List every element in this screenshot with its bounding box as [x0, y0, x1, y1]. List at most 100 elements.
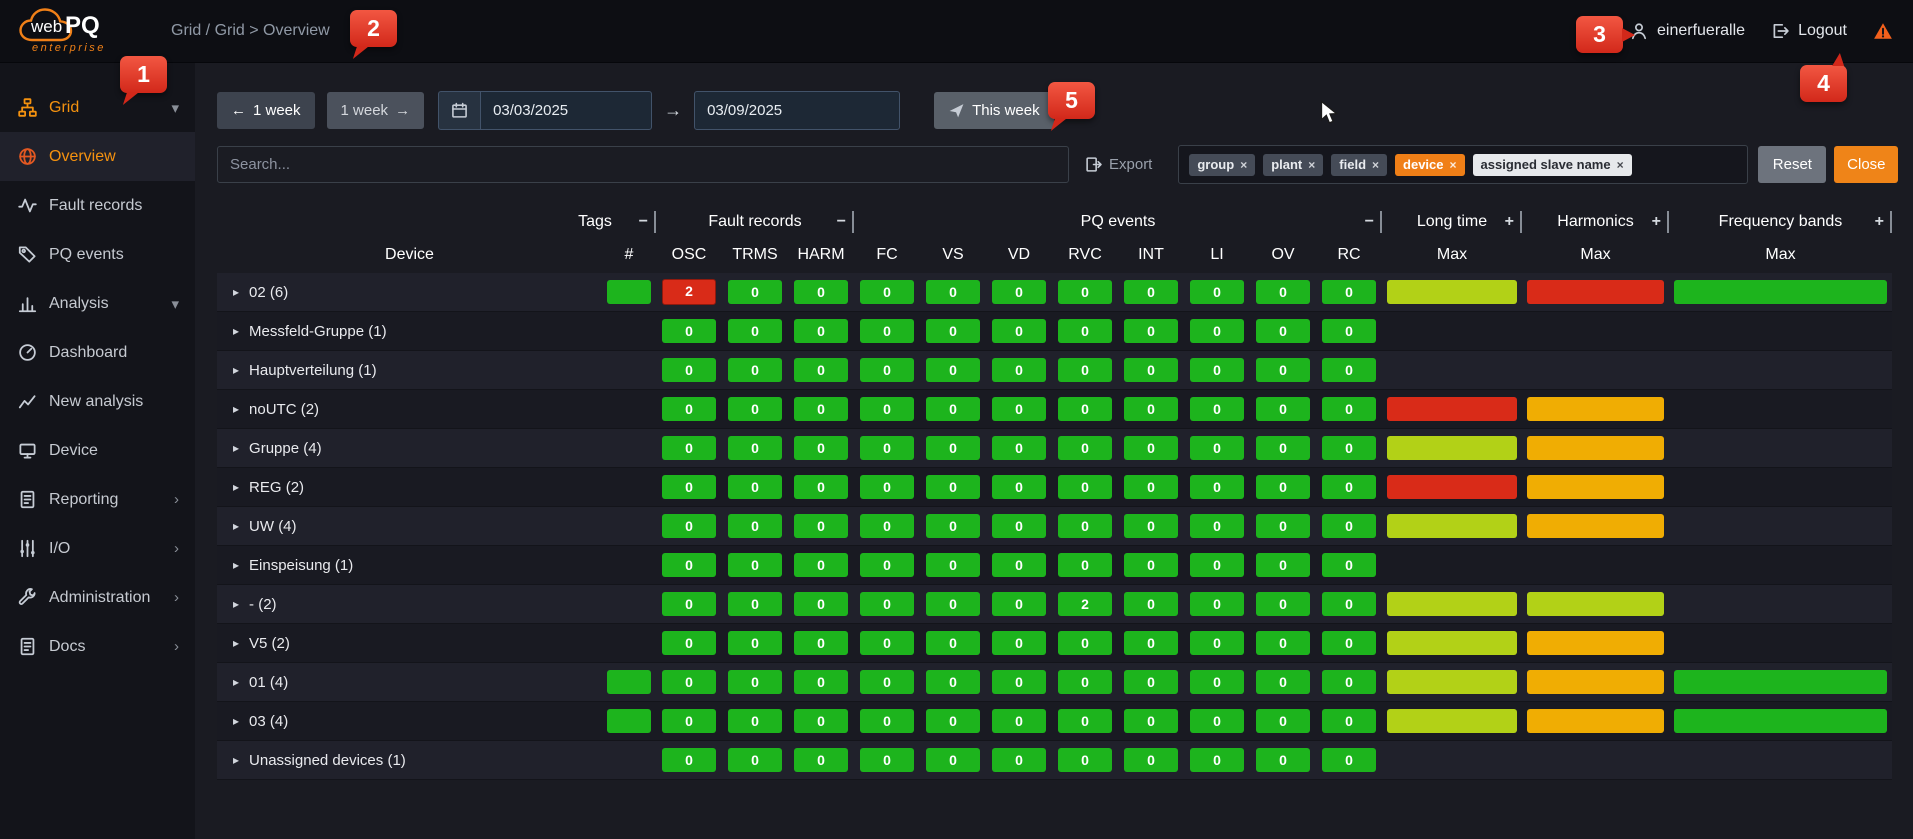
username[interactable]: einerfueralle — [1657, 22, 1745, 40]
tag-color-chip[interactable] — [607, 670, 651, 694]
logout-icon[interactable] — [1771, 22, 1789, 40]
count-badge-osc[interactable]: 0 — [662, 592, 716, 616]
count-badge-rc[interactable]: 0 — [1322, 475, 1376, 499]
count-badge-harm[interactable]: 0 — [794, 358, 848, 382]
logout-button[interactable]: Logout — [1798, 22, 1847, 40]
count-badge-ov[interactable]: 0 — [1256, 280, 1310, 304]
count-badge-vs[interactable]: 0 — [926, 592, 980, 616]
count-badge-vs[interactable]: 0 — [926, 280, 980, 304]
count-badge-vs[interactable]: 0 — [926, 670, 980, 694]
count-badge-vd[interactable]: 0 — [992, 748, 1046, 772]
count-badge-fc[interactable]: 0 — [860, 475, 914, 499]
device-group-cell[interactable]: ▸ V5 (2) — [217, 624, 602, 662]
count-badge-vd[interactable]: 0 — [992, 475, 1046, 499]
sidebar-item-administration[interactable]: Administration › — [0, 573, 195, 622]
count-badge-vd[interactable]: 0 — [992, 631, 1046, 655]
count-badge-li[interactable]: 0 — [1190, 475, 1244, 499]
expand-row-icon[interactable]: ▸ — [233, 558, 239, 572]
count-badge-ov[interactable]: 0 — [1256, 475, 1310, 499]
count-badge-osc[interactable]: 2 — [662, 279, 716, 305]
sidebar-item-docs[interactable]: Docs › — [0, 622, 195, 671]
long-time-max-bar[interactable] — [1387, 475, 1517, 499]
count-badge-harm[interactable]: 0 — [794, 592, 848, 616]
count-badge-vs[interactable]: 0 — [926, 319, 980, 343]
harmonics-max-bar[interactable] — [1527, 631, 1664, 655]
count-badge-trms[interactable]: 0 — [728, 592, 782, 616]
count-badge-rvc[interactable]: 0 — [1058, 280, 1112, 304]
expand-group-icon[interactable]: + — [1652, 213, 1661, 231]
count-badge-fc[interactable]: 0 — [860, 397, 914, 421]
count-badge-int[interactable]: 0 — [1124, 319, 1178, 343]
filter-tag-field[interactable]: field × — [1331, 153, 1388, 176]
harmonics-max-bar[interactable] — [1527, 514, 1664, 538]
count-badge-rc[interactable]: 0 — [1322, 358, 1376, 382]
remove-filter-icon[interactable]: × — [1450, 158, 1457, 172]
next-week-button[interactable]: 1 week → — [326, 92, 425, 129]
expand-group-icon[interactable]: + — [1875, 213, 1884, 231]
collapse-group-icon[interactable]: − — [1365, 213, 1374, 231]
count-badge-ov[interactable]: 0 — [1256, 592, 1310, 616]
count-badge-ov[interactable]: 0 — [1256, 319, 1310, 343]
count-badge-int[interactable]: 0 — [1124, 592, 1178, 616]
expand-row-icon[interactable]: ▸ — [233, 714, 239, 728]
device-group-cell[interactable]: ▸ 01 (4) — [217, 663, 602, 701]
long-time-max-bar[interactable] — [1387, 436, 1517, 460]
device-group-cell[interactable]: ▸ Messfeld-Gruppe (1) — [217, 312, 602, 350]
expand-row-icon[interactable]: ▸ — [233, 597, 239, 611]
expand-row-icon[interactable]: ▸ — [233, 324, 239, 338]
count-badge-vd[interactable]: 0 — [992, 709, 1046, 733]
count-badge-rc[interactable]: 0 — [1322, 397, 1376, 421]
count-badge-osc[interactable]: 0 — [662, 514, 716, 538]
expand-row-icon[interactable]: ▸ — [233, 519, 239, 533]
count-badge-int[interactable]: 0 — [1124, 436, 1178, 460]
count-badge-osc[interactable]: 0 — [662, 319, 716, 343]
count-badge-int[interactable]: 0 — [1124, 553, 1178, 577]
count-badge-harm[interactable]: 0 — [794, 748, 848, 772]
count-badge-rc[interactable]: 0 — [1322, 592, 1376, 616]
count-badge-li[interactable]: 0 — [1190, 280, 1244, 304]
count-badge-harm[interactable]: 0 — [794, 475, 848, 499]
frequency-bands-max-bar[interactable] — [1674, 670, 1887, 694]
count-badge-li[interactable]: 0 — [1190, 319, 1244, 343]
harmonics-max-bar[interactable] — [1527, 280, 1664, 304]
search-input[interactable] — [217, 146, 1069, 183]
count-badge-vs[interactable]: 0 — [926, 709, 980, 733]
count-badge-trms[interactable]: 0 — [728, 358, 782, 382]
date-to-input[interactable] — [694, 91, 901, 130]
sidebar-item-overview[interactable]: Overview — [0, 132, 195, 181]
filter-tag-device[interactable]: device × — [1395, 153, 1465, 176]
expand-row-icon[interactable]: ▸ — [233, 441, 239, 455]
count-badge-vs[interactable]: 0 — [926, 514, 980, 538]
remove-filter-icon[interactable]: × — [1240, 158, 1247, 172]
count-badge-trms[interactable]: 0 — [728, 553, 782, 577]
count-badge-rc[interactable]: 0 — [1322, 319, 1376, 343]
count-badge-li[interactable]: 0 — [1190, 670, 1244, 694]
app-logo[interactable]: web PQ enterprise — [17, 6, 143, 56]
count-badge-rvc[interactable]: 0 — [1058, 475, 1112, 499]
count-badge-rvc[interactable]: 0 — [1058, 748, 1112, 772]
count-badge-fc[interactable]: 0 — [860, 358, 914, 382]
count-badge-harm[interactable]: 0 — [794, 514, 848, 538]
this-week-button[interactable]: This week — [934, 92, 1054, 129]
count-badge-ov[interactable]: 0 — [1256, 748, 1310, 772]
count-badge-int[interactable]: 0 — [1124, 514, 1178, 538]
count-badge-fc[interactable]: 0 — [860, 280, 914, 304]
expand-row-icon[interactable]: ▸ — [233, 363, 239, 377]
count-badge-rc[interactable]: 0 — [1322, 748, 1376, 772]
export-button[interactable]: Export — [1085, 156, 1152, 173]
expand-row-icon[interactable]: ▸ — [233, 480, 239, 494]
count-badge-vs[interactable]: 0 — [926, 397, 980, 421]
count-badge-vs[interactable]: 0 — [926, 475, 980, 499]
device-group-cell[interactable]: ▸ - (2) — [217, 585, 602, 623]
sidebar-item-pq-events[interactable]: PQ events — [0, 230, 195, 279]
count-badge-fc[interactable]: 0 — [860, 709, 914, 733]
count-badge-rc[interactable]: 0 — [1322, 514, 1376, 538]
count-badge-int[interactable]: 0 — [1124, 670, 1178, 694]
count-badge-trms[interactable]: 0 — [728, 670, 782, 694]
count-badge-trms[interactable]: 0 — [728, 475, 782, 499]
device-group-cell[interactable]: ▸ Unassigned devices (1) — [217, 741, 602, 779]
date-from-input[interactable] — [480, 91, 653, 130]
collapse-group-icon[interactable]: − — [639, 213, 648, 231]
count-badge-osc[interactable]: 0 — [662, 436, 716, 460]
warning-icon[interactable] — [1873, 22, 1893, 40]
